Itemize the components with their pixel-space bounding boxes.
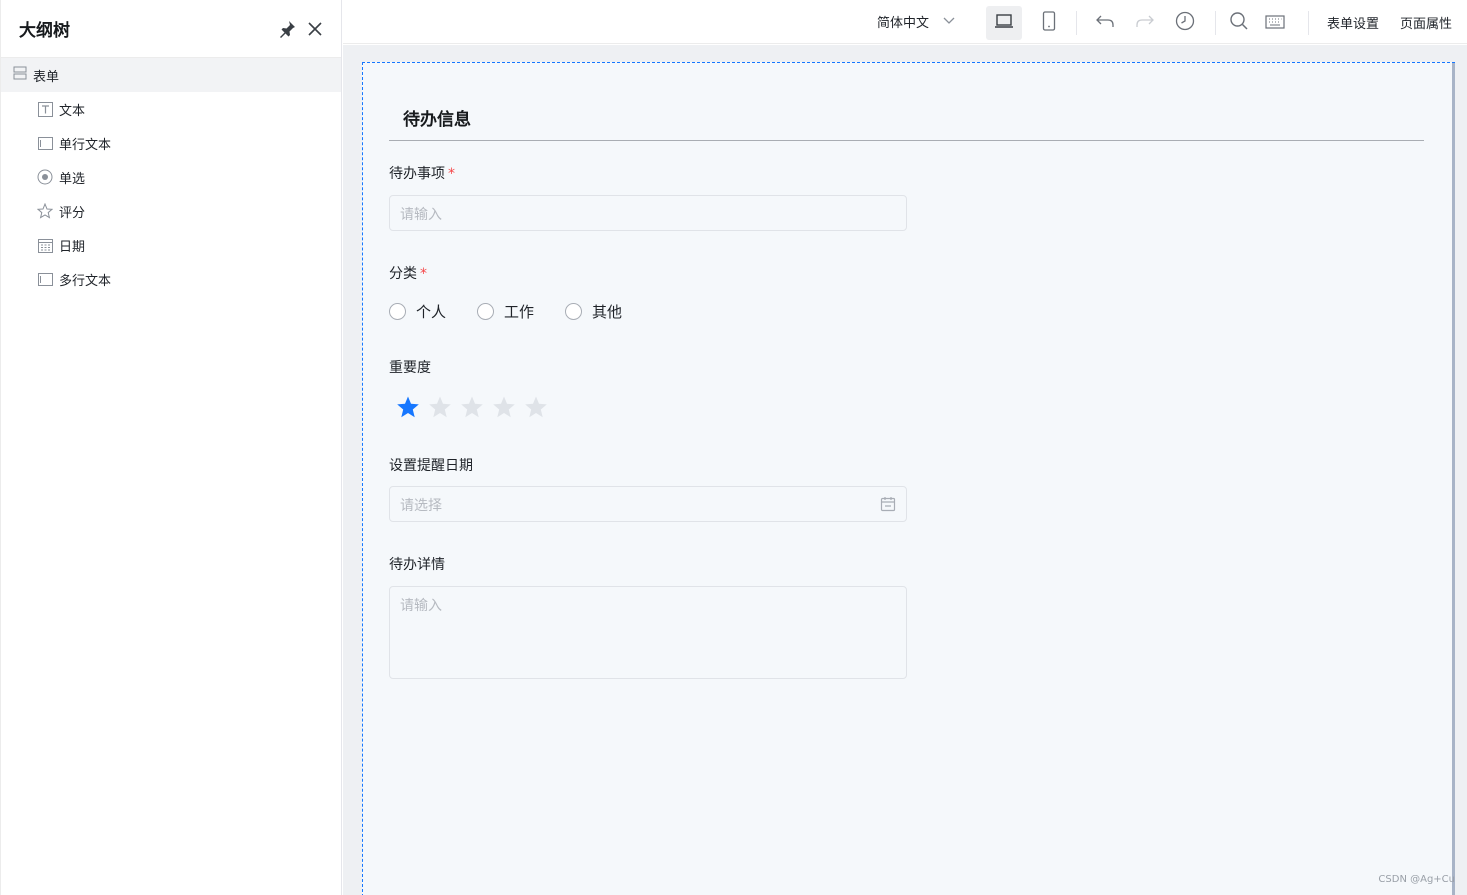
reminder-date-label: 设置提醒日期 xyxy=(389,458,473,474)
shortcut-button[interactable] xyxy=(1257,6,1293,40)
clock-icon xyxy=(1175,11,1195,35)
outline-tree-panel: 大纲树 表单 文本 单行文本 单选 评分 日期 多行文本 xyxy=(0,0,342,895)
details-label: 待办详情 xyxy=(389,557,445,573)
desktop-view-button[interactable] xyxy=(986,6,1022,40)
close-icon[interactable] xyxy=(307,21,323,37)
outline-tree-title: 大纲树 xyxy=(19,21,70,41)
page-properties-button[interactable]: 页面属性 xyxy=(1400,13,1452,32)
language-select[interactable]: 简体中文 xyxy=(877,12,955,31)
todo-item-placeholder: 请输入 xyxy=(400,207,442,223)
radio-personal[interactable]: 个人 xyxy=(389,301,446,322)
details-placeholder: 请输入 xyxy=(400,598,442,614)
todo-item-label-text: 待办事项 xyxy=(389,166,445,182)
canvas-scroll-edge xyxy=(1452,63,1455,895)
undo-icon xyxy=(1095,13,1115,33)
required-mark: * xyxy=(420,266,427,282)
star-empty-icon[interactable] xyxy=(460,395,484,419)
watermark: CSDN @Ag+Cu xyxy=(1378,874,1455,885)
star-icon xyxy=(37,203,53,219)
calendar-icon xyxy=(880,496,896,516)
pin-icon[interactable] xyxy=(277,19,297,39)
radio-icon xyxy=(37,169,53,185)
star-empty-icon[interactable] xyxy=(524,395,548,419)
undo-button[interactable] xyxy=(1087,6,1123,40)
tree-node-rating[interactable]: 评分 xyxy=(1,194,341,228)
tree-node-label: 多行文本 xyxy=(59,273,112,289)
radio-circle[interactable] xyxy=(389,303,406,320)
required-mark: * xyxy=(448,166,455,182)
tree-node-date[interactable]: 日期 xyxy=(1,228,341,262)
section-divider xyxy=(389,140,1424,141)
redo-icon xyxy=(1135,13,1155,33)
details-textarea[interactable]: 请输入 xyxy=(389,586,907,679)
tree-node-single-line-text[interactable]: 单行文本 xyxy=(1,126,341,160)
radio-label: 个人 xyxy=(416,303,447,321)
textarea-icon xyxy=(37,271,53,287)
todo-item-label: 待办事项 * xyxy=(389,163,455,183)
category-radio-group: 个人 工作 其他 xyxy=(389,301,653,322)
keyboard-icon xyxy=(1265,14,1285,33)
section-title: 待办信息 xyxy=(403,110,471,130)
radio-label: 其他 xyxy=(592,303,623,321)
tree-node-multi-line-text[interactable]: 多行文本 xyxy=(1,262,341,296)
importance-label: 重要度 xyxy=(389,360,431,376)
toolbar-divider xyxy=(1076,11,1077,35)
radio-circle[interactable] xyxy=(565,303,583,320)
toolbar-divider xyxy=(1215,11,1216,35)
form-canvas[interactable]: 待办信息 待办事项 * 请输入 分类 * 个人 工作 其他 重要度 设置提醒日期 请… xyxy=(362,62,1455,895)
tree-node-label: 文本 xyxy=(59,103,86,119)
search-icon xyxy=(1229,11,1249,35)
importance-rating[interactable] xyxy=(396,395,548,419)
laptop-icon xyxy=(994,13,1014,33)
form-icon xyxy=(13,66,27,84)
star-empty-icon[interactable] xyxy=(428,395,452,419)
tree-node-form[interactable]: 表单 xyxy=(1,58,341,92)
search-button[interactable] xyxy=(1221,6,1257,40)
designer-toolbar: 简体中文 表单设置 页面属性 xyxy=(343,0,1467,44)
reminder-date-picker[interactable]: 请选择 xyxy=(389,486,907,522)
radio-other[interactable]: 其他 xyxy=(565,301,622,322)
category-label-text: 分类 xyxy=(389,266,417,282)
tree-node-label: 单行文本 xyxy=(59,137,112,153)
tree-node-label: 评分 xyxy=(59,205,86,221)
radio-label: 工作 xyxy=(504,303,535,321)
text-icon xyxy=(37,101,53,117)
star-empty-icon[interactable] xyxy=(492,395,516,419)
mobile-icon xyxy=(1042,11,1056,35)
radio-work[interactable]: 工作 xyxy=(477,301,534,322)
outline-tree-header: 大纲树 xyxy=(1,0,341,58)
tree-node-text[interactable]: 文本 xyxy=(1,92,341,126)
redo-button[interactable] xyxy=(1127,6,1163,40)
tree-node-label: 表单 xyxy=(33,69,60,85)
reminder-date-placeholder: 请选择 xyxy=(400,498,442,514)
tree-node-radio[interactable]: 单选 xyxy=(1,160,341,194)
language-label: 简体中文 xyxy=(877,16,930,31)
calendar-icon xyxy=(37,237,53,253)
history-button[interactable] xyxy=(1167,6,1203,40)
star-filled-icon[interactable] xyxy=(396,395,420,419)
tree-node-label: 日期 xyxy=(59,239,86,255)
todo-item-input[interactable]: 请输入 xyxy=(389,195,907,231)
radio-circle[interactable] xyxy=(477,303,495,320)
tree-node-label: 单选 xyxy=(59,171,86,187)
toolbar-divider xyxy=(1308,11,1309,35)
form-settings-button[interactable]: 表单设置 xyxy=(1327,13,1379,32)
input-icon xyxy=(37,135,53,151)
mobile-view-button[interactable] xyxy=(1031,6,1067,40)
category-label: 分类 * xyxy=(389,263,427,283)
chevron-down-icon xyxy=(943,14,955,29)
